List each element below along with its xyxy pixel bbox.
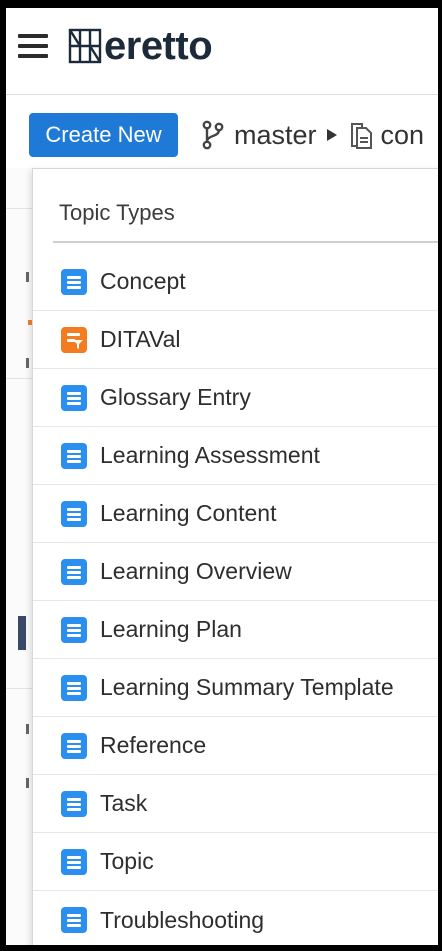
- hamburger-menu-icon[interactable]: [18, 34, 48, 58]
- dropdown-section-title: Topic Types: [53, 199, 442, 243]
- topic-type-item[interactable]: DITAVal: [33, 311, 442, 369]
- troubleshooting-doc-icon: [61, 907, 87, 933]
- topic-type-label: Reference: [100, 732, 207, 758]
- background-divider: [6, 688, 34, 689]
- topic-type-item[interactable]: Learning Assessment: [33, 427, 442, 485]
- topic-type-item[interactable]: Concept: [33, 253, 442, 311]
- topic-doc-icon: [61, 848, 87, 875]
- task-doc-icon: [61, 790, 87, 817]
- screenshot-border: [438, 0, 442, 951]
- topic-type-item[interactable]: Glossary Entry: [33, 369, 442, 427]
- branch-breadcrumb: master con: [202, 115, 424, 155]
- create-new-button[interactable]: Create New: [29, 113, 178, 157]
- topic-type-item[interactable]: Learning Plan: [33, 601, 442, 659]
- heretto-grid-logo-icon: [68, 28, 102, 64]
- glossary-doc-icon: [61, 384, 87, 411]
- topic-type-label: Learning Content: [100, 500, 277, 526]
- topic-type-item[interactable]: Topic: [33, 833, 442, 891]
- topic-type-label: Learning Assessment: [100, 442, 320, 468]
- topic-type-item[interactable]: Learning Content: [33, 485, 442, 543]
- breadcrumb-separator-icon: [326, 129, 337, 141]
- learning-overview-doc-icon: [61, 558, 87, 585]
- background-marker: [26, 724, 29, 734]
- topic-type-item[interactable]: Learning Summary Template: [33, 659, 442, 717]
- reference-doc-icon: [61, 732, 87, 759]
- app-window: eretto Create New master con Topic Types…: [6, 8, 442, 945]
- topic-type-label: Task: [100, 790, 148, 816]
- topic-type-item[interactable]: Task: [33, 775, 442, 833]
- ditaval-filter-icon: [61, 326, 87, 353]
- toolbar: Create New master con: [6, 95, 442, 167]
- topic-type-label: Learning Summary Template: [100, 674, 394, 700]
- background-marker: [26, 778, 29, 788]
- topic-type-label: Learning Overview: [100, 558, 292, 584]
- concept-doc-icon: [61, 268, 87, 295]
- branch-name[interactable]: master: [234, 120, 317, 151]
- topic-type-label: DITAVal: [100, 326, 181, 352]
- git-branch-icon[interactable]: [202, 120, 224, 150]
- topic-type-label: Concept: [100, 268, 186, 294]
- topic-type-item[interactable]: Learning Overview: [33, 543, 442, 601]
- create-new-dropdown: Topic Types Concept DITAVal Glossary Entry…: [32, 168, 442, 945]
- background-marker: [26, 272, 29, 282]
- background-marker: [26, 358, 29, 368]
- heretto-logo[interactable]: eretto: [68, 24, 213, 68]
- background-selection-bar: [18, 616, 26, 650]
- logo-text: eretto: [104, 24, 213, 68]
- topic-type-item[interactable]: Troubleshooting: [33, 891, 442, 945]
- topic-type-label: Topic: [100, 848, 154, 874]
- folder-doc-icon: [350, 123, 372, 149]
- background-divider: [6, 378, 34, 379]
- topic-type-label: Glossary Entry: [100, 384, 251, 410]
- app-header: eretto: [6, 8, 442, 95]
- topic-type-label: Troubleshooting: [100, 906, 265, 933]
- learning-content-doc-icon: [61, 500, 87, 527]
- breadcrumb-path[interactable]: con: [381, 120, 425, 151]
- topic-type-item[interactable]: Reference: [33, 717, 442, 775]
- topic-type-list: Concept DITAVal Glossary Entry Learning Ass…: [33, 253, 442, 945]
- background-divider: [6, 208, 34, 209]
- learning-plan-doc-icon: [61, 616, 87, 643]
- learning-summary-doc-icon: [61, 674, 87, 701]
- topic-type-label: Learning Plan: [100, 616, 242, 642]
- learning-assessment-doc-icon: [61, 442, 87, 469]
